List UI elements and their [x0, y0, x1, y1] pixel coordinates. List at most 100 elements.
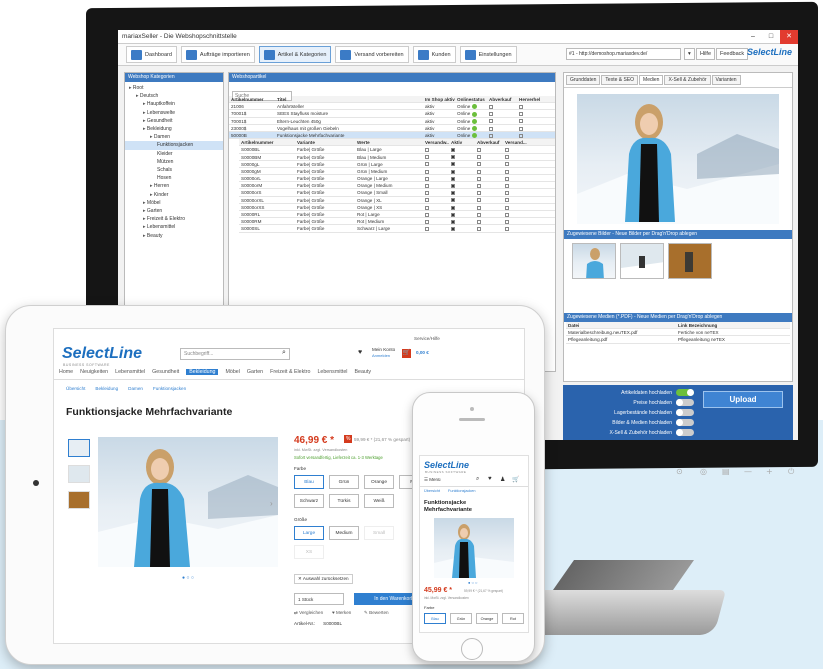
- tree-item[interactable]: ▸ Garten: [125, 207, 223, 215]
- checkbox[interactable]: [477, 191, 481, 196]
- tree-item[interactable]: ▸ Möbel: [125, 199, 223, 207]
- checkbox[interactable]: [519, 112, 523, 117]
- checkbox[interactable]: [477, 212, 481, 217]
- phone-heart-icon[interactable]: ♥: [488, 476, 492, 482]
- checkbox[interactable]: [477, 155, 481, 160]
- upload-toggle[interactable]: [676, 389, 694, 396]
- checkbox[interactable]: [505, 198, 509, 203]
- monitor-control-icon[interactable]: ▤: [722, 467, 730, 476]
- checkbox[interactable]: [425, 155, 429, 160]
- toolbar-button-3[interactable]: Versand vorbereiten: [335, 46, 409, 63]
- article-row[interactable]: 70001$ SEES Stayfluss moisture aktiv Online: [229, 110, 555, 118]
- checkbox[interactable]: [477, 198, 481, 203]
- tree-item[interactable]: ▸ Herren: [125, 182, 223, 190]
- tree-item[interactable]: ▸ Freizeit & Elektro: [125, 215, 223, 223]
- account-link[interactable]: Mein Konto: [372, 347, 395, 352]
- checkbox[interactable]: [425, 219, 429, 224]
- variant-row[interactable]: S0000RL Farbe| Größe Rot | Large: [239, 211, 555, 219]
- checkbox[interactable]: [425, 162, 429, 167]
- checkbox[interactable]: [425, 169, 429, 174]
- variant-row[interactable]: S0000RM Farbe| Größe Rot | Medium: [239, 218, 555, 226]
- shop-nav-item[interactable]: Garten: [247, 369, 263, 375]
- variant-row[interactable]: S0000orXS Farbe| Größe Orange | XS: [239, 204, 555, 211]
- variant-row[interactable]: S0000gL Farbe| Größe Grün | Large: [239, 161, 555, 168]
- media-row[interactable]: Materialbeschreibung.neuTEX.pdf Fertiche …: [566, 329, 790, 337]
- size-option[interactable]: XS: [294, 545, 324, 559]
- variant-row[interactable]: S0000orM Farbe| Größe Orange | Medium: [239, 182, 555, 190]
- thumbnail-3[interactable]: [668, 243, 712, 279]
- column-header[interactable]: Versand...: [503, 139, 529, 145]
- phone-image-dots[interactable]: ● ○ ○: [468, 580, 477, 585]
- detail-tab[interactable]: Varianten: [711, 75, 741, 85]
- size-option[interactable]: Medium: [329, 526, 359, 540]
- column-header[interactable]: Datei: [566, 322, 676, 328]
- checkbox[interactable]: [505, 162, 509, 167]
- color-option[interactable]: Türkis: [329, 494, 359, 508]
- tree-item[interactable]: ▸ Deutsch: [125, 92, 223, 100]
- tree-item[interactable]: ▸ Lebenswelte: [125, 109, 223, 117]
- checkbox[interactable]: [477, 184, 481, 189]
- checkbox[interactable]: [451, 205, 455, 210]
- checkbox[interactable]: [489, 133, 493, 138]
- checkbox[interactable]: [451, 198, 455, 203]
- tree-item[interactable]: Funktionsjacken: [125, 141, 223, 150]
- tree-item[interactable]: ▸ Hauptkoffein: [125, 100, 223, 108]
- media-row[interactable]: Pflegeanleitung.pdf Pflegeanleitung neTEX: [566, 336, 790, 344]
- phone-search-icon[interactable]: ⌕: [476, 476, 479, 483]
- article-row[interactable]: 23000$ Vogelhaus mit großen Giebeln aktiv O…: [229, 125, 555, 132]
- thumbnail-2[interactable]: [620, 243, 664, 279]
- phone-color-option[interactable]: Blau: [424, 613, 446, 624]
- monitor-control-icon[interactable]: ⏻: [788, 467, 794, 477]
- checkbox[interactable]: [505, 148, 509, 153]
- checkbox[interactable]: [425, 198, 429, 203]
- column-header[interactable]: Link Bezeichnung: [676, 322, 786, 328]
- shop-nav-item[interactable]: Bekleidung: [186, 369, 219, 375]
- checkbox[interactable]: [505, 205, 509, 210]
- color-option[interactable]: Orange: [364, 475, 394, 489]
- phone-color-option[interactable]: Orange: [476, 613, 498, 624]
- reset-selection[interactable]: ✕ Auswahl zurücksetzen: [294, 574, 353, 584]
- article-row[interactable]: 21006 Anfahrtsteller aktiv Online: [229, 103, 555, 111]
- checkbox[interactable]: [451, 162, 455, 167]
- quantity-select[interactable]: 1 Stück: [294, 593, 344, 605]
- image-next-arrow[interactable]: ›: [270, 499, 273, 508]
- tree-item[interactable]: ▸ Bekleidung: [125, 125, 223, 133]
- toolbar-button-1[interactable]: Aufträge importieren: [180, 46, 255, 63]
- phone-breadcrumb-item[interactable]: Übersicht: [424, 489, 440, 493]
- breadcrumb-item[interactable]: Übersicht: [66, 386, 85, 391]
- remember-link[interactable]: ♥ Merken: [332, 610, 351, 615]
- monitor-control-icon[interactable]: ⊙: [676, 467, 683, 476]
- tree-item[interactable]: Kleider: [125, 150, 223, 158]
- checkbox[interactable]: [489, 119, 493, 124]
- checkbox[interactable]: [477, 169, 481, 174]
- checkbox[interactable]: [505, 176, 509, 181]
- variant-row[interactable]: S0000orS Farbe| Größe Orange | Small: [239, 189, 555, 197]
- image-pager-dots[interactable]: ● ○ ○: [182, 575, 194, 581]
- size-option[interactable]: Large: [294, 526, 324, 540]
- variant-row[interactable]: S0000SL Farbe| Größe Schwarz | Large: [239, 225, 555, 233]
- variant-row[interactable]: S0000BM Farbe| Größe Blau | Medium: [239, 154, 555, 161]
- checkbox[interactable]: [451, 212, 455, 217]
- checkbox[interactable]: [505, 219, 509, 224]
- column-header[interactable]: Aktiv: [449, 139, 475, 145]
- toolbar-button-5[interactable]: Einstellungen: [459, 46, 517, 63]
- shop-nav-item[interactable]: Beauty: [355, 369, 372, 375]
- variant-row[interactable]: S0000BL Farbe| Größe Blau | Large: [239, 146, 555, 154]
- phone-breadcrumb-item[interactable]: Funktionsjacken: [448, 489, 475, 493]
- shop-nav-item[interactable]: Gesundheit: [152, 369, 179, 375]
- review-link[interactable]: ✎ Bewerten: [364, 610, 389, 616]
- checkbox[interactable]: [505, 184, 509, 189]
- shop-logo[interactable]: SelectLine: [62, 345, 142, 363]
- column-header[interactable]: Werte: [355, 139, 423, 145]
- checkbox[interactable]: [451, 169, 455, 174]
- color-option[interactable]: Schwarz: [294, 494, 324, 508]
- checkbox[interactable]: [451, 219, 455, 224]
- detail-tab[interactable]: Medien: [639, 75, 664, 85]
- product-thumb-2[interactable]: [68, 465, 90, 483]
- detail-tab[interactable]: Texte & SEO: [601, 75, 639, 85]
- upload-toggle[interactable]: [676, 399, 694, 406]
- detail-tab[interactable]: Grunddaten: [566, 75, 601, 85]
- checkbox[interactable]: [505, 155, 509, 160]
- product-thumb-3[interactable]: [68, 491, 90, 509]
- checkbox[interactable]: [505, 227, 509, 232]
